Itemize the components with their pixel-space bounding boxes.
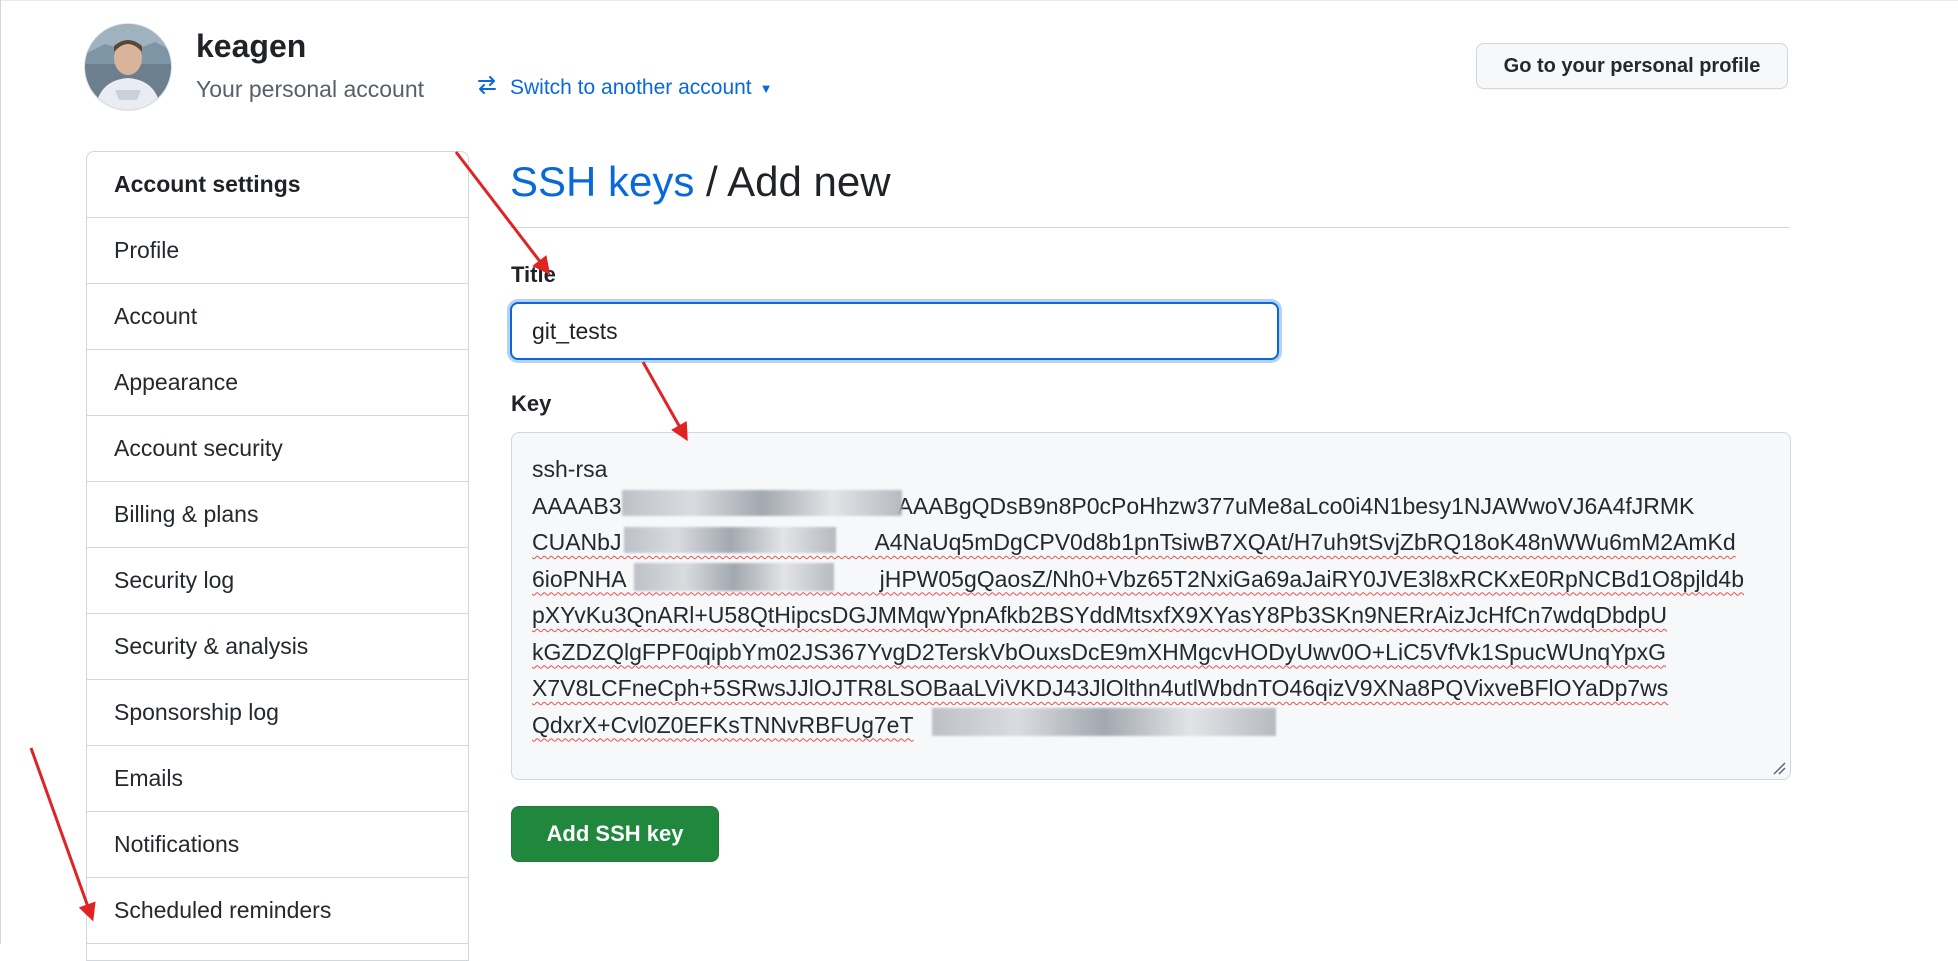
title-input[interactable] [510,302,1279,360]
sidebar-item-scheduled-reminders[interactable]: Scheduled reminders [87,878,468,944]
sidebar-item-emails[interactable]: Emails [87,746,468,812]
switch-arrows-icon [476,74,498,102]
page-title: SSH keys / Add new [510,156,891,208]
settings-sidebar: Account settings Profile Account Appeara… [86,151,469,961]
switch-account-link[interactable]: Switch to another account ▼ [476,72,773,104]
sidebar-header: Account settings [87,152,468,218]
sidebar-item-account[interactable]: Account [87,284,468,350]
sidebar-item-appearance[interactable]: Appearance [87,350,468,416]
key-line: ssh-rsa [532,456,608,482]
redaction-blur [932,708,1276,736]
key-label: Key [511,391,552,416]
sidebar-item-notifications[interactable]: Notifications [87,812,468,878]
redaction-blur [624,527,836,553]
window-top-border [0,0,1958,1]
page-title-rest: / Add new [694,158,891,205]
switch-account-label: Switch to another account [510,76,752,99]
sidebar-item-account-security[interactable]: Account security [87,416,468,482]
key-line: pXYvKu3QnARl+U58QtHipcsDGJMMqwYpnAfkb2BS… [532,602,1667,628]
annotation-arrow-to-sidebar [29,747,96,922]
username: keagen [196,28,307,64]
window-left-border [0,0,1,944]
key-line: kGZDZQlgFPF0qipbYm02JS367YvgD2TerskVbOux… [532,638,1666,665]
annotation-arrow-to-key [641,361,688,442]
sidebar-item-billing[interactable]: Billing & plans [87,482,468,548]
resize-handle-icon[interactable] [1772,761,1786,775]
redaction-blur [634,563,834,591]
title-divider [510,227,1790,228]
sidebar-item-security-log[interactable]: Security log [87,548,468,614]
sidebar-item-profile[interactable]: Profile [87,218,468,284]
sidebar-item-sponsorship-log[interactable]: Sponsorship log [87,680,468,746]
sidebar-item-security-analysis[interactable]: Security & analysis [87,614,468,680]
key-line: X7V8LCFneCph+5SRwsJJlOJTR8LSOBaaLViVKDJ4… [532,675,1669,701]
personal-profile-button[interactable]: Go to your personal profile [1476,43,1788,89]
add-ssh-key-button[interactable]: Add SSH key [511,806,719,862]
ssh-keys-breadcrumb-link[interactable]: SSH keys [510,158,694,205]
title-label: Title [511,262,556,287]
caret-down-icon: ▼ [759,80,773,96]
redaction-blur [622,490,902,516]
avatar[interactable] [85,24,171,110]
account-subtitle: Your personal account [196,76,425,102]
